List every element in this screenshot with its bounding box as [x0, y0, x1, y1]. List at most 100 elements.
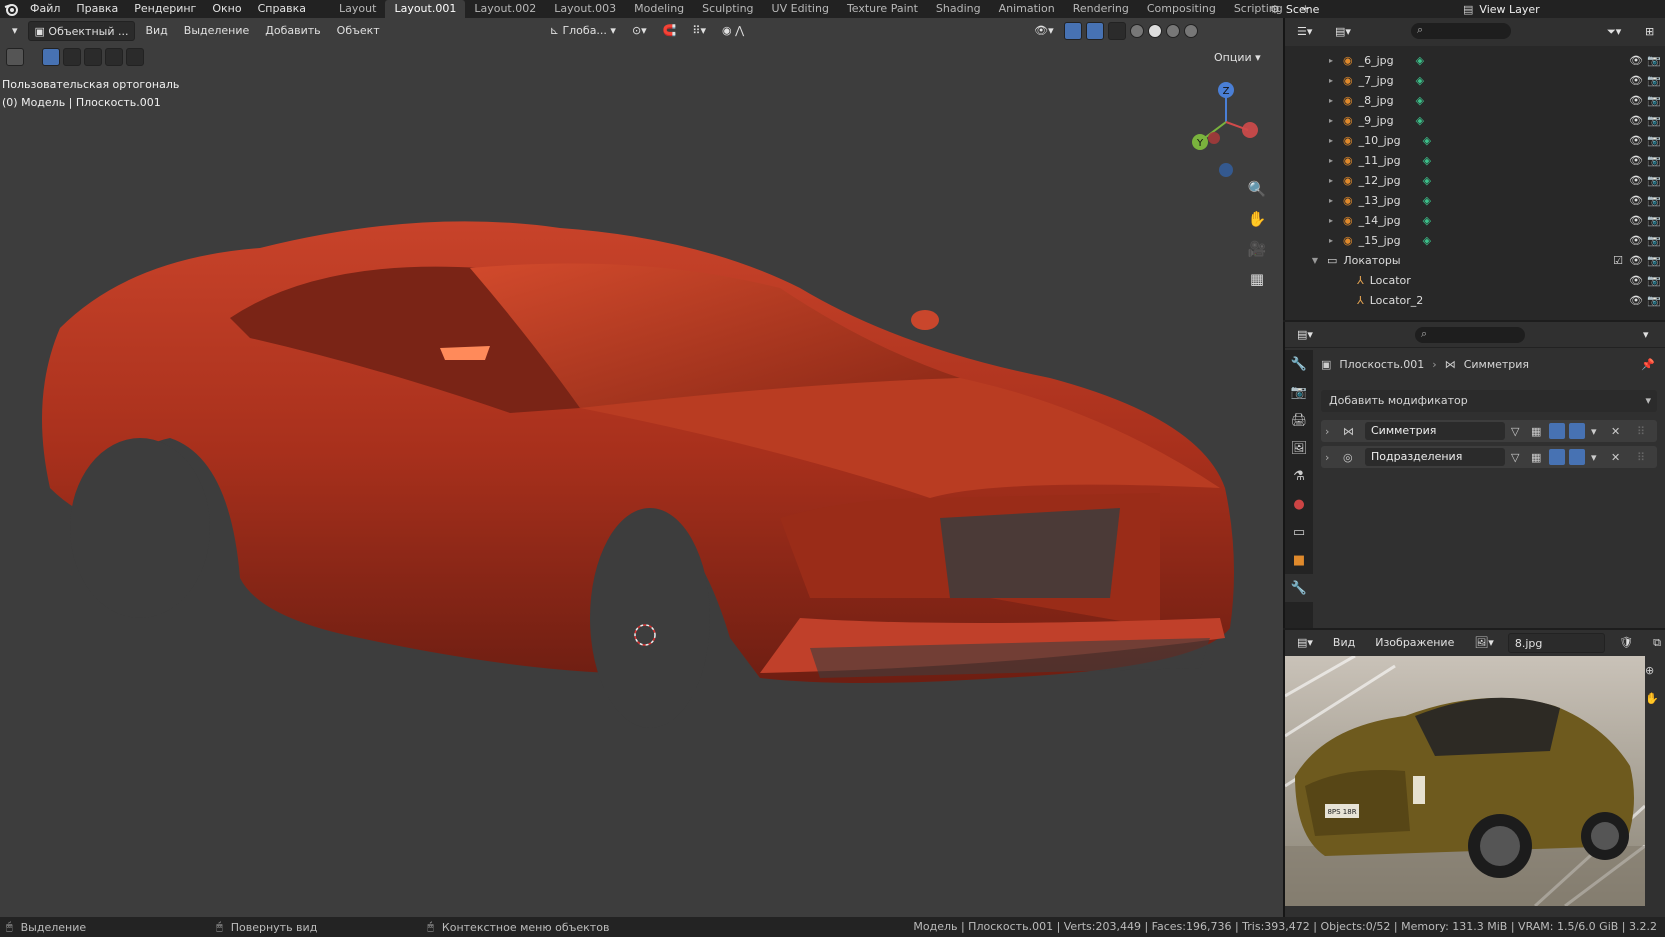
menu-object[interactable]: Объект	[331, 21, 386, 41]
disclosure-icon[interactable]: ▸	[1325, 56, 1337, 65]
disclosure-icon[interactable]: ▸	[1325, 96, 1337, 105]
visibility-eye-icon[interactable]: 👁	[1629, 254, 1643, 267]
snap-toggle[interactable]: 🧲	[657, 21, 683, 41]
collection-tab-icon[interactable]: ▭	[1285, 518, 1313, 546]
visibility-eye-icon[interactable]: 👁	[1629, 174, 1643, 187]
menu-select[interactable]: Выделение	[178, 21, 256, 41]
tab-layout-001[interactable]: Layout.001	[385, 0, 466, 18]
render-camera-icon[interactable]: 📷	[1647, 94, 1661, 107]
pan-hand-icon[interactable]: ✋	[1645, 692, 1659, 705]
select-subtract-icon[interactable]	[84, 48, 102, 66]
tab-sculpting[interactable]: Sculpting	[693, 0, 762, 18]
viewport-toggle-icon[interactable]	[1549, 423, 1565, 439]
drag-handle-icon[interactable]: ⠿	[1637, 425, 1645, 438]
modifier-name-field[interactable]: Подразделения	[1365, 448, 1505, 466]
menu-view[interactable]: Вид	[1327, 633, 1361, 653]
properties-options-dropdown[interactable]: ▾	[1637, 325, 1655, 345]
filter-view-button[interactable]: ▤▾	[1329, 22, 1357, 42]
render-toggle-icon[interactable]	[1569, 449, 1585, 465]
chevron-down-icon[interactable]: ▾	[1591, 451, 1597, 464]
render-camera-icon[interactable]: 📷	[1647, 194, 1661, 207]
select-extend-icon[interactable]	[63, 48, 81, 66]
outliner-item[interactable]: ▸ ◉ _11_jpg ◈ 👁 📷	[1285, 150, 1665, 170]
visibility-eye-icon[interactable]: 👁	[1629, 154, 1643, 167]
menu-window[interactable]: Окно	[204, 0, 249, 18]
visibility-eye-icon[interactable]: 👁	[1629, 214, 1643, 227]
cage-toggle-icon[interactable]: ▦	[1531, 425, 1541, 438]
outliner-search-input[interactable]: ⌕	[1411, 23, 1511, 39]
image-name-field[interactable]: 8.jpg	[1507, 633, 1606, 653]
select-tool-icon[interactable]	[6, 48, 24, 66]
visibility-eye-icon[interactable]: 👁	[1629, 54, 1643, 67]
object-tab-icon[interactable]: ■	[1285, 546, 1313, 574]
modifier-tab-icon[interactable]: 🔧	[1285, 574, 1313, 602]
modifier-name-field[interactable]: Симметрия	[1365, 422, 1505, 440]
render-camera-icon[interactable]: 📷	[1647, 74, 1661, 87]
render-tab-icon[interactable]: 📷	[1285, 378, 1313, 406]
select-intersect-icon[interactable]	[126, 48, 144, 66]
disclosure-icon[interactable]: ▸	[1325, 236, 1337, 245]
image-editor-type-button[interactable]: ▤▾	[1291, 633, 1319, 653]
visibility-eye-icon[interactable]: 👁	[1629, 134, 1643, 147]
disclosure-icon[interactable]: ▸	[1325, 156, 1337, 165]
expand-chevron-icon[interactable]: ›	[1321, 451, 1335, 464]
mode-selector[interactable]: ▣ Объектный ...	[27, 21, 136, 41]
render-camera-icon[interactable]: 📷	[1647, 274, 1661, 287]
disclosure-icon[interactable]: ▸	[1325, 216, 1337, 225]
render-camera-icon[interactable]: 📷	[1647, 134, 1661, 147]
gizmo-toggle-icon[interactable]	[1063, 22, 1082, 40]
snap-target-button[interactable]: ⠿▾	[686, 21, 712, 41]
outliner-item[interactable]: ▼ ▭ Локаторы ☑ 👁 📷	[1285, 250, 1665, 270]
tab-modeling[interactable]: Modeling	[625, 0, 693, 18]
outliner-item[interactable]: ⅄ Locator_2 👁 📷	[1285, 290, 1665, 310]
tab-layout-002[interactable]: Layout.002	[465, 0, 545, 18]
disclosure-icon[interactable]: ▼	[1309, 256, 1321, 265]
blender-logo-icon[interactable]	[0, 0, 22, 18]
rendered-shading-icon[interactable]	[1183, 24, 1198, 38]
visibility-eye-icon[interactable]: 👁	[1629, 294, 1643, 307]
menu-file[interactable]: Файл	[22, 0, 68, 18]
new-image-icon[interactable]: ⧉	[1647, 633, 1665, 653]
menu-image[interactable]: Изображение	[1369, 633, 1460, 653]
new-collection-icon[interactable]: ⊞	[1639, 22, 1660, 42]
xray-toggle-icon[interactable]	[1107, 22, 1126, 40]
disclosure-icon[interactable]: ▸	[1325, 116, 1337, 125]
outliner-item[interactable]: ▸ ◉ _12_jpg ◈ 👁 📷	[1285, 170, 1665, 190]
render-camera-icon[interactable]: 📷	[1647, 54, 1661, 67]
select-new-icon[interactable]	[42, 48, 60, 66]
world-tab-icon[interactable]: ●	[1285, 490, 1313, 518]
overlay-toggle-icon[interactable]	[1085, 22, 1104, 40]
filter-icon[interactable]: ⏷▾	[1601, 22, 1627, 42]
options-dropdown[interactable]: Опции ▾	[1208, 48, 1267, 68]
zoom-in-icon[interactable]: ⊕	[1645, 664, 1654, 677]
tab-compositing[interactable]: Compositing	[1138, 0, 1225, 18]
cage-toggle-icon[interactable]: ▦	[1531, 451, 1541, 464]
output-tab-icon[interactable]: 🖨	[1285, 406, 1313, 434]
visibility-eye-icon[interactable]: 👁	[1629, 74, 1643, 87]
tab-layout[interactable]: Layout	[330, 0, 385, 18]
properties-editor-type-button[interactable]: ▤▾	[1291, 325, 1319, 345]
close-icon[interactable]: ✕	[1611, 425, 1620, 438]
edit-mode-toggle-icon[interactable]: ▽	[1511, 425, 1519, 438]
outliner-item[interactable]: ▸ ◉ _15_jpg ◈ 👁 📷	[1285, 230, 1665, 250]
menu-help[interactable]: Справка	[250, 0, 314, 18]
visibility-dropdown[interactable]: 👁▾	[1028, 21, 1060, 41]
render-camera-icon[interactable]: 📷	[1647, 114, 1661, 127]
view-layer-selector[interactable]: ▤ View Layer	[1463, 0, 1540, 18]
disclosure-icon[interactable]: ▸	[1325, 76, 1337, 85]
material-shading-icon[interactable]	[1165, 24, 1180, 38]
tab-texture-paint[interactable]: Texture Paint	[838, 0, 927, 18]
render-camera-icon[interactable]: 📷	[1647, 154, 1661, 167]
outliner-item[interactable]: ▸ ◉ _8_jpg ◈ 👁 📷	[1285, 90, 1665, 110]
tab-layout-003[interactable]: Layout.003	[545, 0, 625, 18]
visibility-eye-icon[interactable]: 👁	[1629, 94, 1643, 107]
outliner-item[interactable]: ▸ ◉ _7_jpg ◈ 👁 📷	[1285, 70, 1665, 90]
tab-uv-editing[interactable]: UV Editing	[763, 0, 838, 18]
tool-tab-icon[interactable]: 🔧	[1285, 350, 1313, 378]
visibility-eye-icon[interactable]: 👁	[1629, 274, 1643, 287]
viewport-toggle-icon[interactable]	[1549, 449, 1565, 465]
scene-tab-icon[interactable]: ⚗	[1285, 462, 1313, 490]
outliner-item[interactable]: ▸ ◉ _13_jpg ◈ 👁 📷	[1285, 190, 1665, 210]
outliner-item[interactable]: ▸ ◉ _14_jpg ◈ 👁 📷	[1285, 210, 1665, 230]
visibility-eye-icon[interactable]: 👁	[1629, 194, 1643, 207]
